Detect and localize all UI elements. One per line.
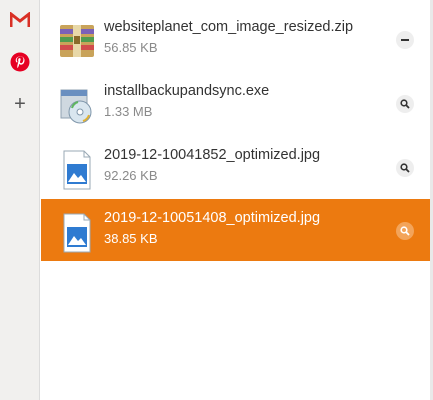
download-item-selected[interactable]: 2019-12-10051408_optimized.jpg 38.85 KB [41,199,430,261]
sidebar: + [0,0,40,400]
show-in-folder-button[interactable] [396,95,414,113]
search-icon [400,226,410,236]
search-icon [400,99,410,109]
show-in-folder-button[interactable] [396,222,414,240]
downloads-panel: websiteplanet_com_image_resized.zip 56.8… [41,0,430,400]
file-size: 92.26 KB [104,168,158,183]
minus-icon [401,39,409,41]
show-in-folder-button[interactable] [396,159,414,177]
installer-icon [58,86,96,126]
file-name: 2019-12-10041852_optimized.jpg [104,147,321,163]
search-icon [400,163,410,173]
pinterest-icon[interactable] [10,52,30,72]
file-name: 2019-12-10051408_optimized.jpg [104,210,321,226]
file-name: websiteplanet_com_image_resized.zip [104,19,354,35]
image-file-icon [58,213,96,253]
file-size: 38.85 KB [104,231,158,246]
download-item[interactable]: installbackupandsync.exe 1.33 MB [41,72,430,134]
zip-archive-icon [58,22,96,62]
file-size: 1.33 MB [104,104,153,119]
file-name: installbackupandsync.exe [104,83,270,99]
download-item[interactable]: websiteplanet_com_image_resized.zip 56.8… [41,8,430,70]
image-file-icon [58,150,96,190]
download-item[interactable]: 2019-12-10041852_optimized.jpg 92.26 KB [41,136,430,198]
add-icon[interactable]: + [10,94,30,114]
gmail-icon[interactable] [10,10,30,30]
file-size: 56.85 KB [104,40,158,55]
remove-button[interactable] [396,31,414,49]
